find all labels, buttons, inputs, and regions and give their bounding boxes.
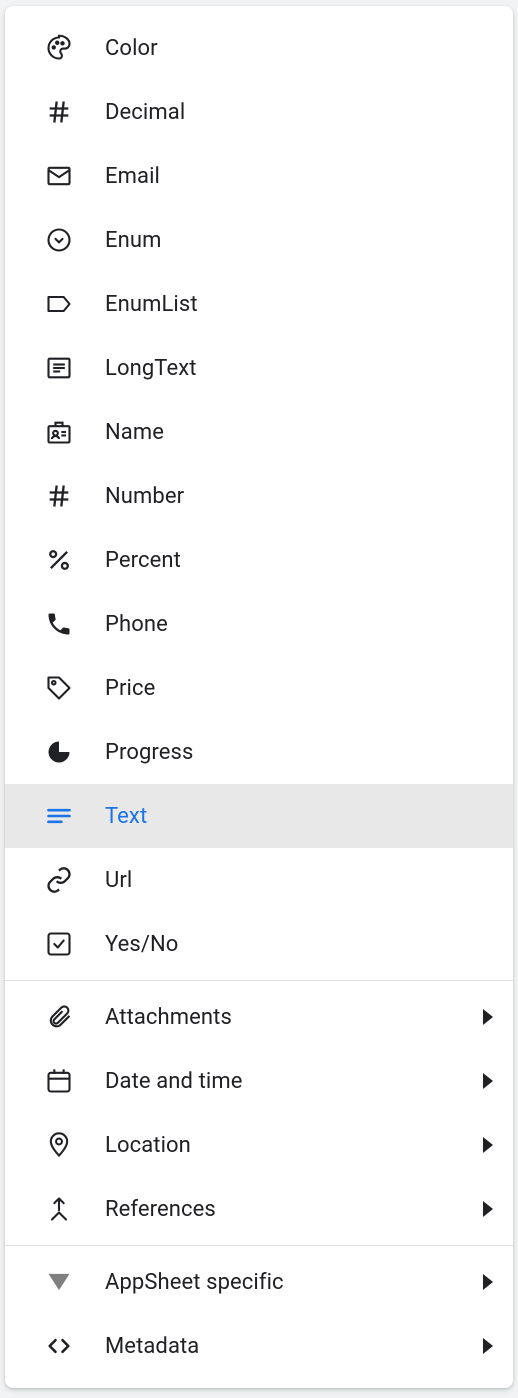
chevron-right-icon [483,1274,493,1290]
menu-item-price[interactable]: Price [5,656,513,720]
hash-icon [45,482,73,510]
menu-group-references[interactable]: References [5,1177,513,1241]
menu-item-label: AppSheet specific [105,1270,284,1295]
type-selector-menu: Color Decimal Email [5,6,513,1388]
menu-item-label: Location [105,1133,191,1158]
menu-item-yesno[interactable]: Yes/No [5,912,513,976]
calendar-icon [45,1067,73,1095]
menu-item-label: Decimal [105,100,185,125]
tag-icon [45,290,73,318]
menu-item-label: Progress [105,740,193,765]
menu-group-attachments[interactable]: Attachments [5,985,513,1049]
menu-item-progress[interactable]: Progress [5,720,513,784]
menu-item-label: Date and time [105,1069,243,1094]
menu-item-label: Text [105,804,147,829]
chevron-right-icon [483,1201,493,1217]
menu-item-percent[interactable]: Percent [5,528,513,592]
references-icon [45,1195,73,1223]
menu-item-color[interactable]: Color [5,16,513,80]
percent-icon [45,546,73,574]
email-icon [45,162,73,190]
menu-item-label: Attachments [105,1005,232,1030]
code-icon [45,1332,73,1360]
name-badge-icon [45,418,73,446]
menu-item-label: Email [105,164,160,189]
menu-item-decimal[interactable]: Decimal [5,80,513,144]
menu-item-label: Color [105,36,158,61]
location-icon [45,1131,73,1159]
menu-item-label: Name [105,420,164,445]
menu-item-label: References [105,1197,216,1222]
chevron-right-icon [483,1338,493,1354]
menu-item-url[interactable]: Url [5,848,513,912]
menu-item-enumlist[interactable]: EnumList [5,272,513,336]
menu-item-label: LongText [105,356,197,381]
price-tag-icon [45,674,73,702]
menu-group-location[interactable]: Location [5,1113,513,1177]
text-lines-icon [45,802,73,830]
menu-item-name[interactable]: Name [5,400,513,464]
menu-item-text[interactable]: Text [5,784,513,848]
palette-icon [45,34,73,62]
menu-item-label: Url [105,868,132,893]
menu-group-appsheet[interactable]: AppSheet specific [5,1250,513,1314]
menu-item-number[interactable]: Number [5,464,513,528]
menu-item-label: Percent [105,548,181,573]
menu-item-email[interactable]: Email [5,144,513,208]
hash-icon [45,98,73,126]
menu-item-label: EnumList [105,292,198,317]
menu-group-datetime[interactable]: Date and time [5,1049,513,1113]
menu-item-label: Metadata [105,1334,199,1359]
menu-item-label: Price [105,676,155,701]
link-icon [45,866,73,894]
divider [5,980,513,981]
menu-item-enum[interactable]: Enum [5,208,513,272]
longtext-icon [45,354,73,382]
menu-item-phone[interactable]: Phone [5,592,513,656]
chevron-right-icon [483,1137,493,1153]
divider [5,1245,513,1246]
chevron-right-icon [483,1009,493,1025]
menu-item-label: Yes/No [105,932,178,957]
menu-item-longtext[interactable]: LongText [5,336,513,400]
attachment-icon [45,1003,73,1031]
phone-icon [45,610,73,638]
progress-icon [45,738,73,766]
appsheet-icon [45,1268,73,1296]
menu-item-label: Enum [105,228,161,253]
menu-item-label: Phone [105,612,168,637]
chevron-right-icon [483,1073,493,1089]
menu-group-metadata[interactable]: Metadata [5,1314,513,1378]
enum-icon [45,226,73,254]
menu-item-label: Number [105,484,184,509]
checkbox-icon [45,930,73,958]
